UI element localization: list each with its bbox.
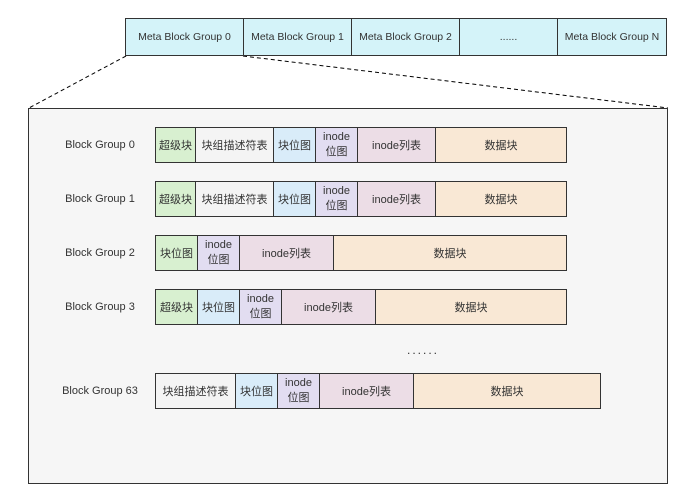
- cell-block-bitmap: 块位图: [274, 182, 316, 216]
- bg-label-0: Block Group 0: [45, 139, 155, 151]
- cell-data-block: 数据块: [334, 236, 566, 270]
- bg-label-1: Block Group 1: [45, 193, 155, 205]
- bg-cells: 超级块 块组描述符表 块位图 inode 位图 inode列表 数据块: [155, 127, 567, 163]
- block-group-panel: Block Group 0 超级块 块组描述符表 块位图 inode 位图 in…: [28, 108, 668, 484]
- meta-ellipsis: ......: [460, 19, 558, 55]
- cell-inode-bitmap: inode 位图: [316, 182, 358, 216]
- cell-data-block: 数据块: [376, 290, 566, 324]
- cell-data-block: 数据块: [436, 128, 566, 162]
- cell-data-block: 数据块: [436, 182, 566, 216]
- cell-inode-list: inode列表: [358, 182, 436, 216]
- bg-cells: 块位图 inode 位图 inode列表 数据块: [155, 235, 567, 271]
- bg-cells: 块组描述符表 块位图 inode 位图 inode列表 数据块: [155, 373, 601, 409]
- bg-cells: 超级块 块组描述符表 块位图 inode 位图 inode列表 数据块: [155, 181, 567, 217]
- cell-superblock: 超级块: [156, 290, 198, 324]
- cell-inode-list: inode列表: [240, 236, 334, 270]
- cell-data-block: 数据块: [414, 374, 600, 408]
- block-group-row: Block Group 0 超级块 块组描述符表 块位图 inode 位图 in…: [45, 127, 651, 163]
- cell-inode-bitmap: inode 位图: [278, 374, 320, 408]
- cell-inode-list: inode列表: [320, 374, 414, 408]
- meta-block-row: Meta Block Group 0 Meta Block Group 1 Me…: [125, 18, 667, 56]
- block-group-row: Block Group 1 超级块 块组描述符表 块位图 inode 位图 in…: [45, 181, 651, 217]
- cell-block-bitmap-alt: 块位图: [156, 236, 198, 270]
- meta-group-0: Meta Block Group 0: [126, 19, 244, 55]
- meta-group-n: Meta Block Group N: [558, 19, 666, 55]
- cell-superblock: 超级块: [156, 128, 196, 162]
- bg-label-63: Block Group 63: [45, 385, 155, 397]
- block-group-row: Block Group 2 块位图 inode 位图 inode列表 数据块: [45, 235, 651, 271]
- rows-ellipsis: ......: [195, 343, 651, 359]
- cell-block-bitmap: 块位图: [198, 290, 240, 324]
- connector-lines: [0, 56, 696, 116]
- meta-group-2: Meta Block Group 2: [352, 19, 460, 55]
- block-group-row: Block Group 3 超级块 块位图 inode 位图 inode列表 数…: [45, 289, 651, 325]
- bg-cells: 超级块 块位图 inode 位图 inode列表 数据块: [155, 289, 567, 325]
- cell-block-bitmap: 块位图: [274, 128, 316, 162]
- cell-inode-bitmap: inode 位图: [198, 236, 240, 270]
- cell-inode-bitmap: inode 位图: [316, 128, 358, 162]
- cell-inode-list: inode列表: [282, 290, 376, 324]
- bg-label-3: Block Group 3: [45, 301, 155, 313]
- cell-superblock: 超级块: [156, 182, 196, 216]
- meta-group-1: Meta Block Group 1: [244, 19, 352, 55]
- cell-inode-list: inode列表: [358, 128, 436, 162]
- cell-inode-bitmap: inode 位图: [240, 290, 282, 324]
- cell-block-bitmap: 块位图: [236, 374, 278, 408]
- cell-group-desc: 块组描述符表: [196, 128, 274, 162]
- bg-label-2: Block Group 2: [45, 247, 155, 259]
- cell-group-desc: 块组描述符表: [156, 374, 236, 408]
- block-group-row: Block Group 63 块组描述符表 块位图 inode 位图 inode…: [45, 373, 651, 409]
- cell-group-desc: 块组描述符表: [196, 182, 274, 216]
